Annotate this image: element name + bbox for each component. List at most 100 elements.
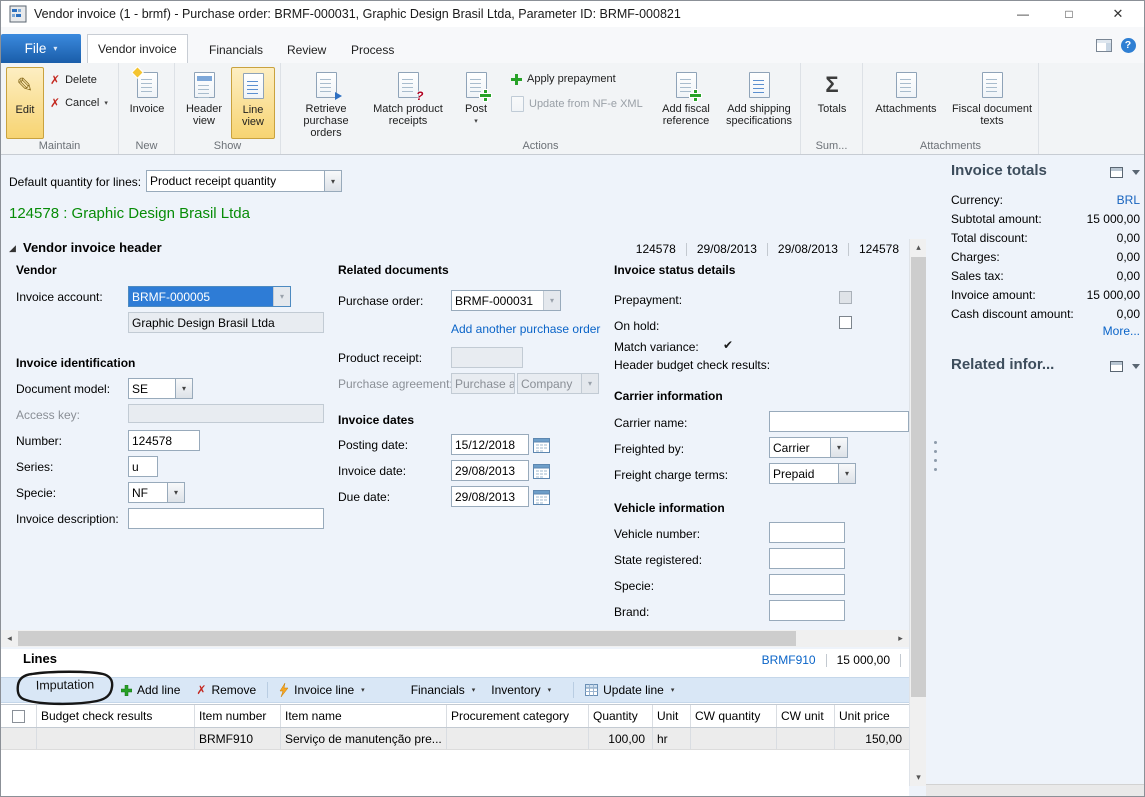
scroll-left-arrow[interactable]: ◂	[1, 630, 18, 647]
due-date-field[interactable]: 29/08/2013	[451, 486, 529, 507]
update-line-menu-button[interactable]: Update line ▾	[577, 678, 682, 702]
financials-menu-button[interactable]: Financials ▾	[403, 678, 484, 702]
chevron-down-icon[interactable]: ▾	[830, 438, 847, 457]
vertical-scrollbar[interactable]: ▴ ▾	[909, 239, 926, 786]
column-header-procurement-category[interactable]: Procurement category	[447, 705, 589, 727]
cw-unit-cell	[777, 728, 835, 749]
scroll-right-arrow[interactable]: ▸	[892, 630, 909, 647]
access-key-field	[128, 404, 324, 423]
fiscal-document-texts-icon	[981, 72, 1003, 98]
chevron-down-icon[interactable]: ▾	[175, 379, 192, 398]
column-header-item-number[interactable]: Item number	[195, 705, 281, 727]
popout-icon[interactable]	[1110, 167, 1123, 178]
close-button[interactable]: ✕	[1092, 1, 1144, 27]
header-view-button[interactable]: Header view	[181, 67, 227, 139]
on-hold-checkbox[interactable]	[839, 316, 852, 329]
document-model-field[interactable]: SE ▾	[128, 378, 193, 399]
collapse-chevron-icon[interactable]	[1132, 170, 1140, 175]
ribbon-group-sum: Σ Totals Sum...	[801, 63, 863, 154]
add-shipping-specifications-button[interactable]: Add shipping specifications	[721, 67, 797, 139]
tab-review[interactable]: Review	[277, 39, 336, 61]
fiscal-document-texts-button[interactable]: Fiscal document texts	[949, 67, 1035, 139]
file-menu-button[interactable]: File ▾	[1, 34, 81, 63]
group-label-actions: Actions	[522, 140, 559, 152]
calendar-icon[interactable]	[531, 487, 551, 506]
calendar-icon[interactable]	[531, 435, 551, 454]
retrieve-purchase-orders-button[interactable]: Retrieve purchase orders	[289, 67, 363, 139]
lines-title: Lines	[23, 651, 57, 666]
tab-financials[interactable]: Financials	[199, 39, 273, 61]
purchase-order-field[interactable]: BRMF-000031 ▾	[451, 290, 561, 311]
panel-splitter[interactable]	[933, 441, 937, 475]
collapse-chevron-icon[interactable]	[1132, 364, 1140, 369]
match-variance-label: Match variance:	[614, 340, 699, 354]
maximize-button[interactable]: □	[1046, 1, 1092, 27]
add-fiscal-reference-button[interactable]: Add fiscal reference	[657, 67, 715, 139]
number-field[interactable]: 124578	[128, 430, 200, 451]
title-bar: Vendor invoice (1 - brmf) - Purchase ord…	[1, 1, 1144, 27]
horizontal-scrollbar[interactable]: ◂ ▸	[1, 630, 909, 647]
apply-prepayment-button[interactable]: Apply prepayment	[511, 73, 616, 85]
invoice-account-field[interactable]: BRMF-000005 ▾	[128, 286, 291, 307]
carrier-name-field[interactable]	[769, 411, 909, 432]
lines-summary-item[interactable]: BRMF910	[762, 653, 816, 667]
tab-vendor-invoice[interactable]: Vendor invoice	[87, 34, 188, 63]
default-quantity-combobox[interactable]: Product receipt quantity ▾	[146, 170, 342, 192]
cancel-button[interactable]: ✗ Cancel ▾	[50, 96, 108, 110]
popout-icon[interactable]	[1110, 361, 1123, 372]
match-product-receipts-button[interactable]: ? Match product receipts	[369, 67, 447, 139]
edit-button[interactable]: ✎ Edit	[6, 67, 44, 139]
freight-charge-terms-field[interactable]: Prepaid ▾	[769, 463, 856, 484]
invoice-description-field[interactable]	[128, 508, 324, 529]
chevron-down-icon[interactable]: ▾	[324, 171, 341, 191]
vehicle-number-field[interactable]	[769, 522, 845, 543]
collapse-triangle-icon[interactable]: ◢	[9, 243, 16, 254]
tab-process[interactable]: Process	[341, 39, 404, 61]
invoice-line-menu-button[interactable]: Invoice line ▾	[271, 678, 373, 702]
imputation-annotation: Imputation	[15, 669, 115, 706]
minimize-button[interactable]: —	[1000, 1, 1046, 27]
select-all-cell[interactable]	[1, 705, 37, 727]
column-header-budget-check-results[interactable]: Budget check results	[37, 705, 195, 727]
inventory-menu-button[interactable]: Inventory ▾	[483, 678, 559, 702]
brand-field[interactable]	[769, 600, 845, 621]
ribbon-group-new: Invoice New	[119, 63, 175, 154]
calendar-icon[interactable]	[531, 461, 551, 480]
chevron-down-icon[interactable]: ▾	[838, 464, 855, 483]
column-header-cw-quantity[interactable]: CW quantity	[691, 705, 777, 727]
purchase-agreement-field: Purchase a	[451, 373, 515, 394]
freighted-by-field[interactable]: Carrier ▾	[769, 437, 848, 458]
help-icon[interactable]: ?	[1118, 36, 1138, 54]
totals-button[interactable]: Σ Totals	[807, 67, 857, 139]
column-header-quantity[interactable]: Quantity	[589, 705, 653, 727]
chevron-down-icon[interactable]: ▾	[167, 483, 184, 502]
add-line-button[interactable]: Add line	[113, 678, 188, 702]
scroll-down-arrow[interactable]: ▾	[910, 769, 927, 786]
vertical-scrollbar-thumb[interactable]	[911, 257, 926, 697]
specie-field[interactable]: NF ▾	[128, 482, 185, 503]
vehicle-specie-field[interactable]	[769, 574, 845, 595]
column-header-unit[interactable]: Unit	[653, 705, 691, 727]
delete-button[interactable]: ✗ Delete	[50, 73, 97, 87]
line-view-button[interactable]: Line view	[231, 67, 275, 139]
select-all-checkbox[interactable]	[12, 709, 25, 723]
horizontal-scrollbar-thumb[interactable]	[18, 631, 796, 646]
posting-date-field[interactable]: 15/12/2018	[451, 434, 529, 455]
add-purchase-order-link[interactable]: Add another purchase order	[451, 322, 600, 336]
post-button[interactable]: Post ▾	[453, 67, 499, 139]
totals-row-discount: Total discount: 0,00	[951, 230, 1140, 245]
remove-line-button[interactable]: ✗ Remove	[188, 678, 264, 702]
more-link[interactable]: More...	[1103, 324, 1140, 338]
state-registered-field[interactable]	[769, 548, 845, 569]
attachments-button[interactable]: Attachments	[867, 67, 945, 139]
chevron-down-icon: ▾	[273, 287, 290, 306]
column-header-item-name[interactable]: Item name	[281, 705, 447, 727]
line-row[interactable]: BRMF910 Serviço de manutenção pre... 100…	[1, 728, 909, 750]
invoice-date-field[interactable]: 29/08/2013	[451, 460, 529, 481]
column-header-unit-price[interactable]: Unit price	[835, 705, 909, 727]
layout-icon[interactable]	[1094, 36, 1114, 54]
series-field[interactable]: u	[128, 456, 158, 477]
column-header-cw-unit[interactable]: CW unit	[777, 705, 835, 727]
new-invoice-button[interactable]: Invoice	[125, 67, 169, 139]
scroll-up-arrow[interactable]: ▴	[910, 239, 927, 256]
